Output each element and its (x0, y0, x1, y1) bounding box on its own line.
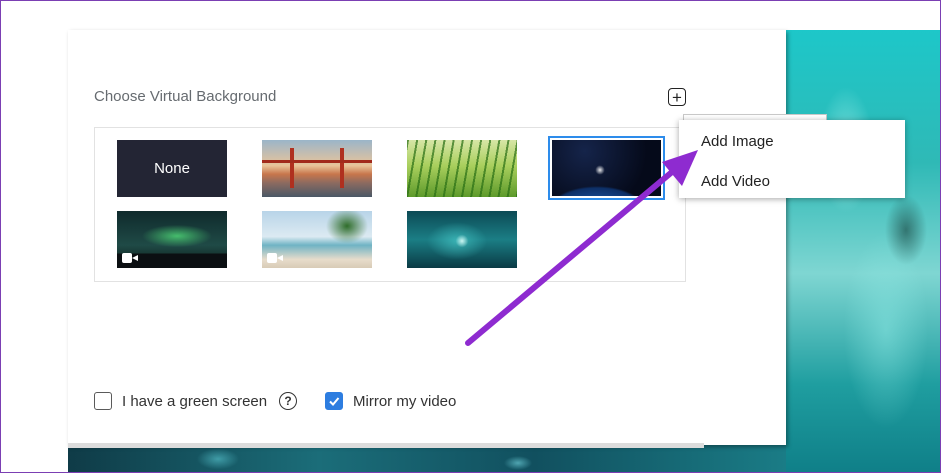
thumbnail-earth-image (552, 140, 661, 196)
checkmark-icon (329, 397, 340, 406)
thumbnail-underwater-forest[interactable] (407, 211, 517, 268)
section-title: Choose Virtual Background (94, 88, 277, 105)
thumbnail-grass[interactable] (407, 140, 517, 197)
bridge-tower (340, 148, 344, 188)
green-screen-option: I have a green screen ? (94, 392, 298, 410)
video-camera-icon (122, 253, 138, 263)
question-circle-icon[interactable]: ? (279, 392, 298, 410)
bridge-tower (290, 148, 294, 188)
green-screen-checkbox[interactable] (94, 392, 112, 410)
thumbnail-none-label: None (154, 160, 190, 177)
menu-item-add-video[interactable]: Add Video (701, 173, 770, 190)
mirror-video-option: Mirror my video (325, 392, 456, 410)
thumbnail-beach[interactable] (262, 211, 372, 268)
video-camera-icon (267, 253, 283, 263)
mirror-video-checkbox[interactable] (325, 392, 343, 410)
background-photo (786, 30, 941, 473)
thumbnail-golden-gate-bridge[interactable] (262, 140, 372, 197)
menu-item-add-image[interactable]: Add Image (701, 133, 774, 150)
thumbnail-earth-selected[interactable] (548, 136, 665, 200)
plus-square-icon[interactable]: + (668, 88, 686, 106)
bridge-deck (262, 160, 372, 163)
green-screen-label: I have a green screen (122, 392, 268, 410)
add-context-menu: Add Image Add Video (679, 120, 905, 198)
background-photo-bottom (68, 445, 786, 473)
thumbnail-none[interactable]: None (117, 140, 227, 197)
mirror-video-label: Mirror my video (353, 392, 457, 410)
window-edge (68, 443, 704, 448)
thumbnail-aurora[interactable] (117, 211, 227, 268)
